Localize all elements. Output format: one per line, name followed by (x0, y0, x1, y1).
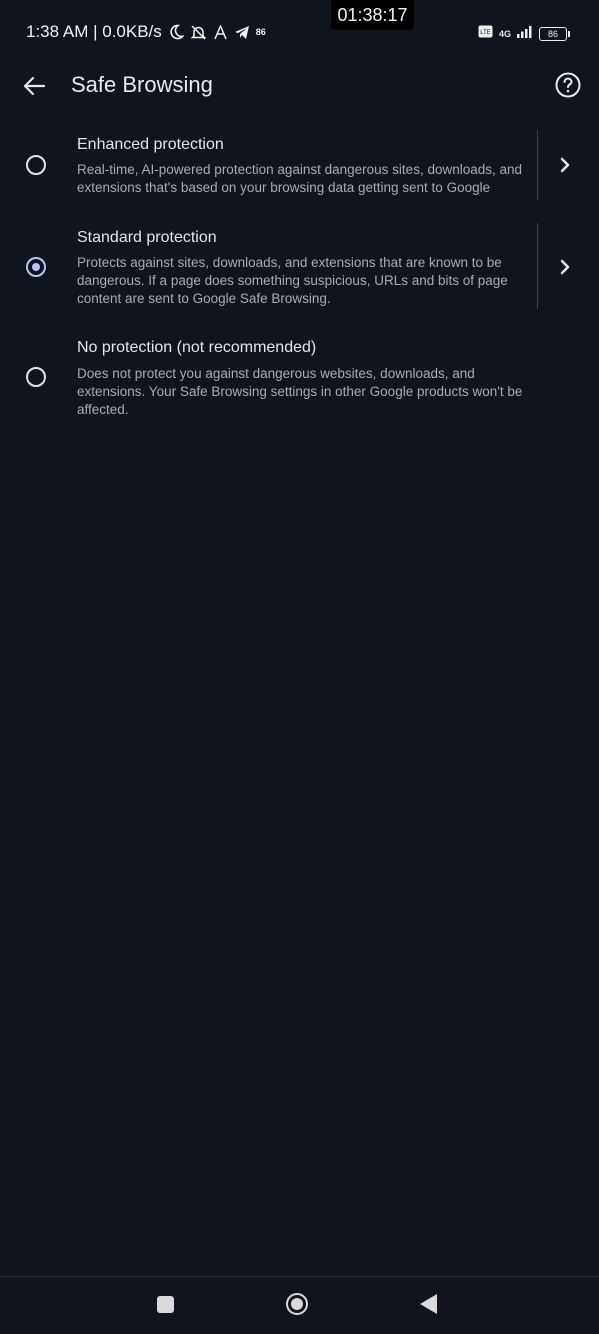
moon-icon (168, 24, 184, 40)
option-title: No protection (not recommended) (77, 339, 317, 356)
volte-icon: LTE (478, 25, 493, 43)
network-type: 4G (498, 29, 511, 39)
screen-recorder-clock: 01:38:17 (331, 0, 414, 30)
system-nav-bar (0, 1276, 599, 1334)
option-enhanced-protection[interactable]: Enhanced protection Real-time, AI-powere… (0, 130, 599, 202)
font-icon (213, 24, 228, 40)
recents-square-icon[interactable] (157, 1296, 174, 1313)
radio-standard[interactable] (26, 257, 46, 277)
status-small-badge: 86 (255, 27, 266, 37)
standard-details-button[interactable] (554, 256, 576, 278)
option-standard-protection[interactable]: Standard protection Protects against sit… (0, 223, 599, 311)
status-time-speed: 1:38 AM | 0.0KB/s (26, 22, 162, 41)
radio-enhanced[interactable] (26, 155, 46, 175)
page-title: Safe Browsing (71, 72, 213, 97)
help-circle-icon (555, 72, 581, 98)
divider (537, 130, 538, 200)
telegram-icon (234, 25, 250, 40)
option-title: Enhanced protection (77, 136, 224, 153)
chevron-right-icon (560, 157, 570, 173)
back-triangle-icon[interactable] (420, 1294, 437, 1314)
help-button[interactable] (553, 70, 583, 100)
option-description: Does not protect you against dangerous w… (77, 366, 523, 417)
home-circle-icon[interactable] (286, 1293, 308, 1315)
divider (537, 223, 538, 309)
option-no-protection[interactable]: No protection (not recommended) Does not… (0, 334, 599, 422)
option-title: Standard protection (77, 229, 217, 246)
option-description: Real-time, AI-powered protection against… (77, 162, 523, 195)
option-description: Protects against sites, downloads, and e… (77, 255, 508, 306)
svg-text:LTE: LTE (480, 30, 491, 36)
battery-icon: 86 (539, 27, 570, 41)
status-left: 1:38 AM | 0.0KB/s 86 (26, 22, 266, 42)
status-right: LTE 4G 86 (478, 25, 570, 43)
status-bar: 1:38 AM | 0.0KB/s 86 01:38:17 LTE 4G 86 (0, 0, 599, 66)
arrow-left-icon (23, 76, 45, 96)
back-button[interactable] (18, 70, 50, 102)
radio-no-protection[interactable] (26, 367, 46, 387)
app-bar: Safe Browsing (0, 62, 599, 108)
signal-icon (517, 25, 533, 43)
chevron-right-icon (560, 259, 570, 275)
enhanced-details-button[interactable] (554, 154, 576, 176)
bell-off-icon (190, 24, 207, 41)
